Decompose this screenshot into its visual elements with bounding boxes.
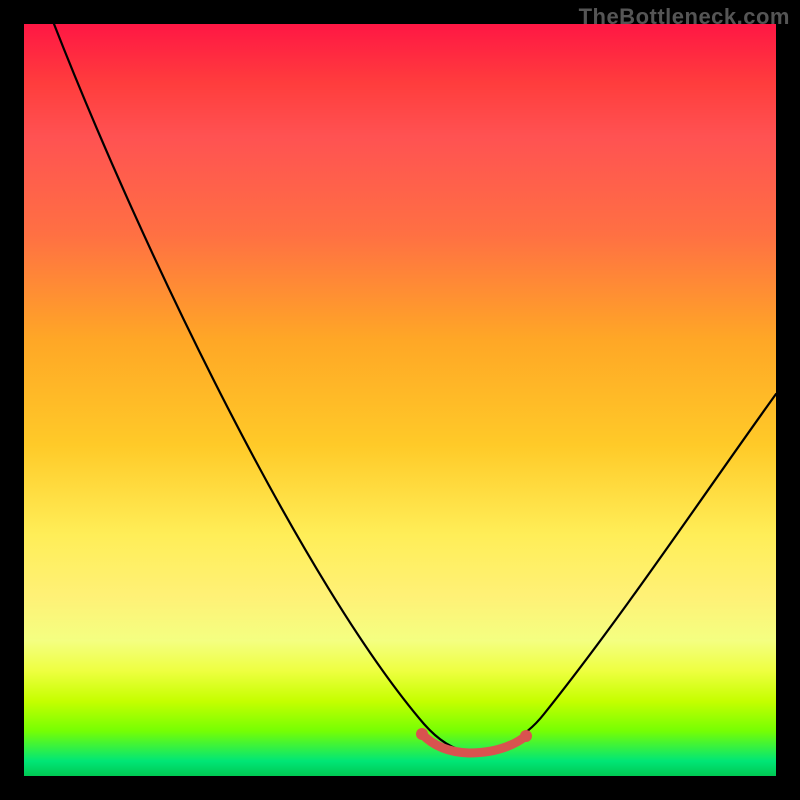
highlight-start-knob <box>416 728 428 740</box>
plot-area <box>24 24 776 776</box>
curve-left-branch <box>54 24 469 752</box>
chart-frame: TheBottleneck.com <box>0 0 800 800</box>
highlight-end-knob <box>520 730 532 742</box>
curve-right-branch <box>469 394 776 752</box>
bottleneck-curve <box>24 24 776 776</box>
watermark-text: TheBottleneck.com <box>579 4 790 30</box>
